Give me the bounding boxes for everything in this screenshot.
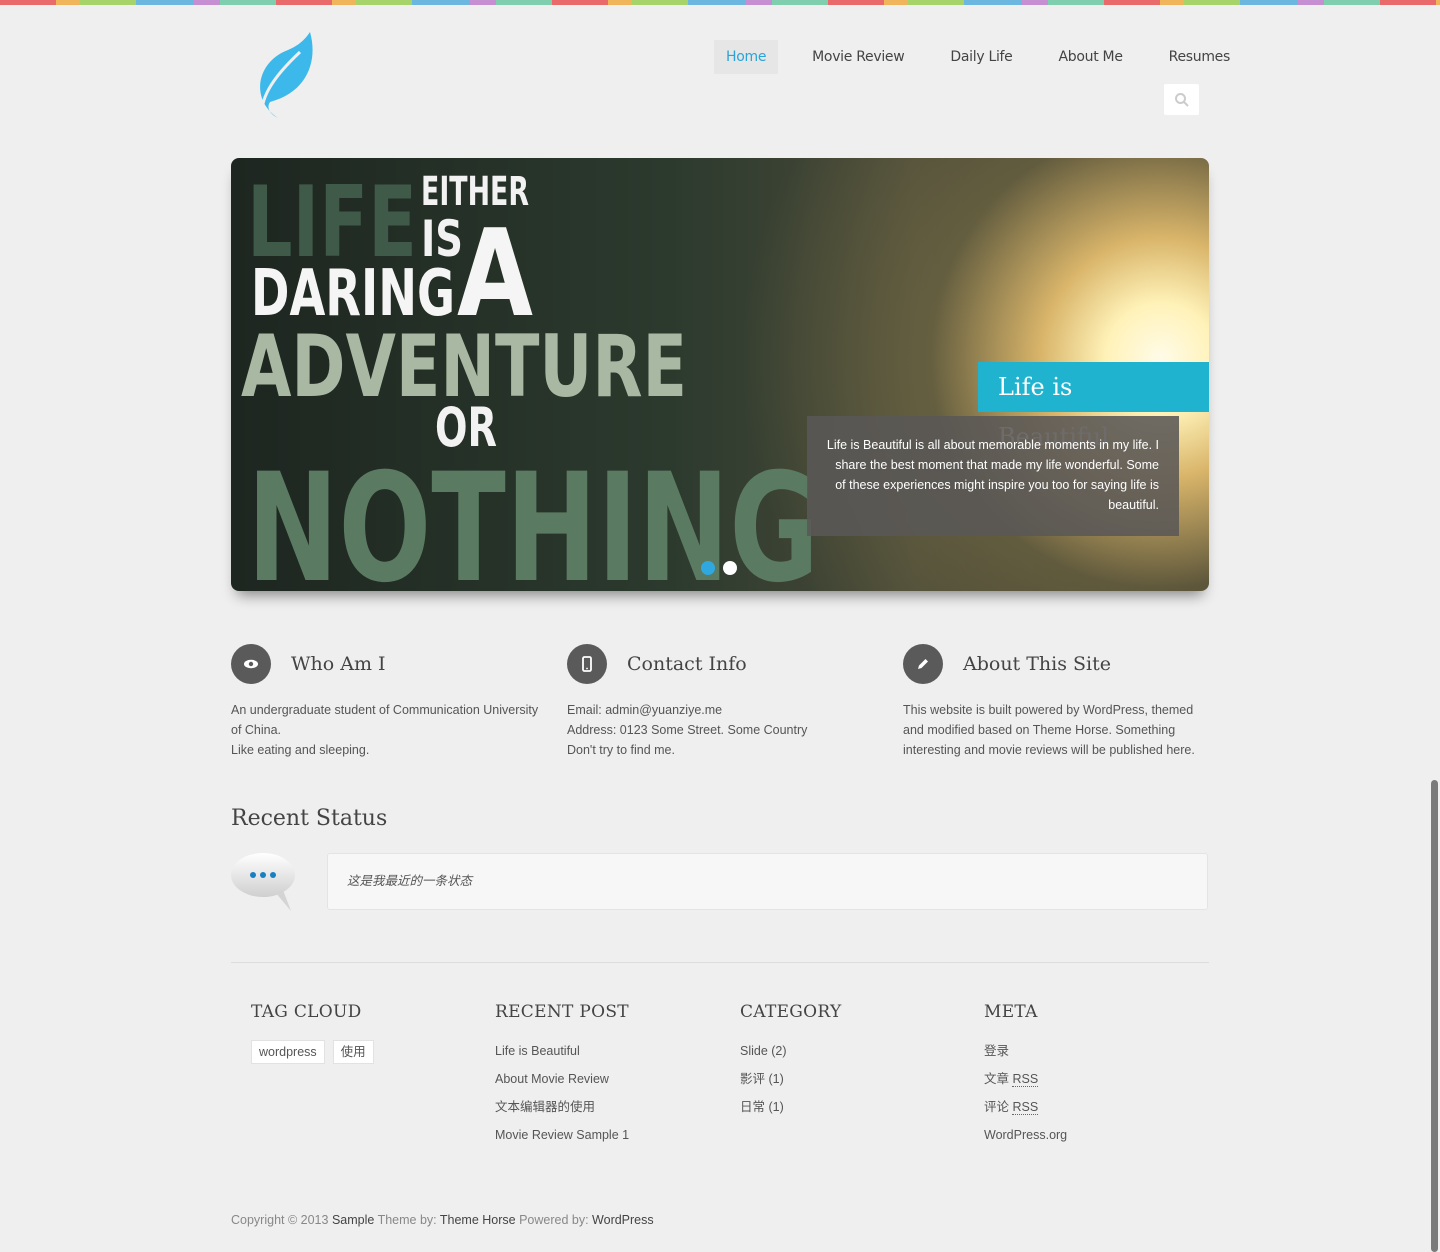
meta-title: META (984, 1002, 1038, 1022)
who-am-i-text: An undergraduate student of Communicatio… (231, 703, 539, 757)
tag-cloud-title: TAG CLOUD (251, 1002, 362, 1022)
recent-post-link[interactable]: 文本编辑器的使用 (495, 1098, 629, 1126)
recent-post-link[interactable]: About Movie Review (495, 1070, 629, 1098)
contact-info-text: Email: admin@yuanziye.me Address: 0123 S… (567, 700, 877, 760)
eye-icon (231, 644, 271, 684)
footer-divider (231, 962, 1209, 963)
wordpress-link[interactable]: WordPress (592, 1213, 654, 1227)
contact-email[interactable]: Email: admin@yuanziye.me (567, 700, 877, 720)
nav-daily-life[interactable]: Daily Life (938, 40, 1024, 74)
hero-slider[interactable]: LIFE EITHER IS DARING A ADVENTURE OR NOT… (231, 158, 1209, 591)
tag-cloud-widget: TAG CLOUD wordpress 使用 (251, 1002, 374, 1064)
slider-dot-2[interactable] (723, 561, 737, 575)
meta-entries-rss-link[interactable]: 文章 RSS (984, 1070, 1067, 1098)
recent-post-title: RECENT POST (495, 1002, 629, 1022)
who-am-i-title: Who Am I (291, 653, 386, 675)
category-link[interactable]: Slide (2) (740, 1042, 842, 1070)
contact-note: Don't try to find me. (567, 743, 675, 757)
speech-bubble-icon (231, 853, 295, 911)
recent-status-title: Recent Status (231, 806, 388, 831)
recent-status-text: 这是我最近的一条状态 (327, 853, 1208, 910)
nav-movie-review[interactable]: Movie Review (800, 40, 916, 74)
nav-resumes[interactable]: Resumes (1157, 40, 1242, 74)
search-icon (1174, 92, 1189, 107)
slide-caption-body: Life is Beautiful is all about memorable… (807, 416, 1179, 536)
mobile-phone-icon (567, 644, 607, 684)
tag-wordpress[interactable]: wordpress (251, 1040, 325, 1064)
copyright: Copyright © 2013 Sample Theme by: Theme … (231, 1213, 654, 1227)
site-link[interactable]: Sample (332, 1213, 374, 1227)
category-title: CATEGORY (740, 1002, 842, 1022)
category-widget: CATEGORY Slide (2) 影评 (1) 日常 (1) (740, 1002, 842, 1126)
nav-about-me[interactable]: About Me (1047, 40, 1135, 74)
recent-post-link[interactable]: Movie Review Sample 1 (495, 1126, 629, 1154)
contact-address: Address: 0123 Some Street. Some Country (567, 723, 808, 737)
main-nav: Home Movie Review Daily Life About Me Re… (714, 40, 1242, 74)
about-site-title: About This Site (963, 653, 1111, 675)
category-link[interactable]: 日常 (1) (740, 1098, 842, 1126)
scrollbar[interactable] (1431, 780, 1438, 1252)
pencil-icon (903, 644, 943, 684)
meta-wordpress-link[interactable]: WordPress.org (984, 1126, 1067, 1154)
tag-use[interactable]: 使用 (332, 1040, 374, 1064)
meta-widget: META 登录 文章 RSS 评论 RSS WordPress.org (984, 1002, 1067, 1154)
meta-comments-rss-link[interactable]: 评论 RSS (984, 1098, 1067, 1126)
slider-pagination (701, 561, 737, 575)
leaf-logo-icon[interactable] (248, 30, 314, 122)
recent-post-widget: RECENT POST Life is Beautiful About Movi… (495, 1002, 629, 1154)
search-button[interactable] (1164, 84, 1199, 115)
slider-dot-1[interactable] (701, 561, 715, 575)
contact-info-title: Contact Info (627, 653, 747, 675)
category-link[interactable]: 影评 (1) (740, 1070, 842, 1098)
recent-post-link[interactable]: Life is Beautiful (495, 1042, 629, 1070)
nav-home[interactable]: Home (714, 40, 779, 74)
top-color-stripe (0, 0, 1440, 5)
about-site-text: This website is built powered by WordPre… (903, 703, 1195, 757)
meta-login-link[interactable]: 登录 (984, 1042, 1067, 1070)
slide-caption-title[interactable]: Life is Beautiful (978, 362, 1209, 451)
theme-horse-link[interactable]: Theme Horse (440, 1213, 516, 1227)
